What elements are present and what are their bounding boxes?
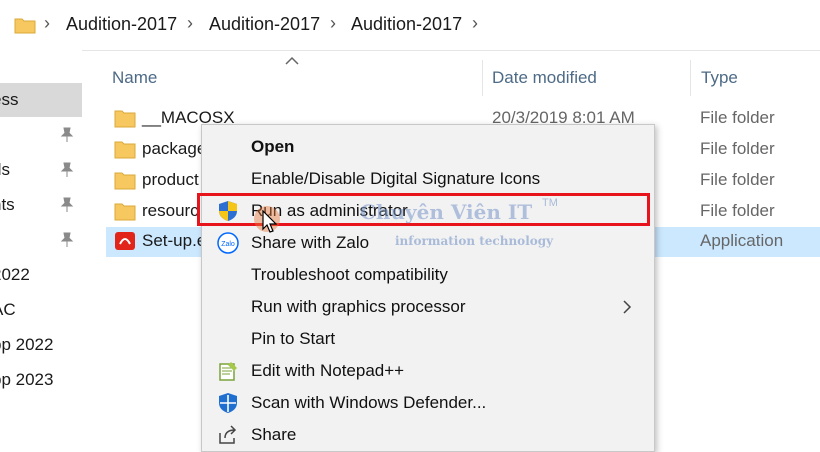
windows-defender-icon	[219, 393, 237, 413]
folder-icon	[114, 172, 136, 190]
menu-item-label: Scan with Windows Defender...	[251, 393, 487, 412]
share-icon	[219, 425, 237, 444]
nav-item-downloads[interactable]: ds	[0, 153, 82, 187]
menu-item-edit-with-notepad-plus-plus[interactable]: Edit with Notepad++	[202, 355, 654, 387]
file-type: File folder	[700, 108, 775, 127]
watermark-tm: TM	[542, 197, 558, 209]
file-name: resourc	[142, 201, 199, 220]
file-name: package	[142, 139, 207, 158]
breadcrumb-item[interactable]: Audition-2017	[209, 14, 320, 35]
nav-item[interactable]	[0, 223, 82, 257]
zalo-icon: Zalo	[217, 232, 239, 254]
column-divider[interactable]	[690, 60, 691, 96]
menu-item-run-with-graphics-processor[interactable]: Run with graphics processor	[202, 291, 654, 323]
nav-item-documents[interactable]: nts	[0, 188, 82, 222]
folder-icon	[14, 18, 36, 34]
notepad-plus-plus-icon	[219, 362, 237, 381]
menu-item-pin-to-start[interactable]: Pin to Start	[202, 323, 654, 355]
nav-item-label: 2022	[0, 265, 30, 284]
menu-item-label: Run with graphics processor	[251, 297, 466, 316]
column-divider[interactable]	[482, 60, 483, 96]
file-type: File folder	[700, 201, 775, 220]
file-type: File folder	[700, 139, 775, 158]
menu-item-label: Share	[251, 425, 297, 444]
watermark-logo: Chuyên Viên IT	[360, 200, 533, 224]
menu-item-share[interactable]: Share	[202, 419, 654, 451]
sort-ascending-icon	[285, 56, 299, 65]
nav-item[interactable]	[0, 118, 82, 152]
folder-icon	[114, 110, 136, 128]
menu-item-label: Edit with Notepad++	[251, 361, 405, 380]
menu-item-scan-with-windows-defender[interactable]: Scan with Windows Defender...	[202, 387, 654, 419]
nav-item-label: ds	[0, 160, 10, 179]
menu-item-label: Troubleshoot compatibility	[251, 265, 448, 284]
menu-item-digital-signature-icons[interactable]: Enable/Disable Digital Signature Icons	[202, 163, 654, 195]
nav-item[interactable]: pp 2022	[0, 328, 82, 362]
nav-item-label: ess	[0, 90, 19, 109]
nav-item-label: nts	[0, 195, 15, 214]
chevron-right-icon: ›	[44, 13, 50, 33]
file-type: Application	[700, 231, 784, 250]
column-header-name[interactable]: Name	[112, 68, 157, 88]
menu-item-open[interactable]: Open	[202, 131, 654, 163]
nav-item-quick-access[interactable]: ess	[0, 83, 82, 117]
menu-item-label: Enable/Disable Digital Signature Icons	[251, 169, 541, 188]
column-header-date-modified[interactable]: Date modified	[492, 68, 597, 88]
nav-item[interactable]: ẠC	[0, 293, 82, 327]
navigation-pane: ess ds nts 2022 ẠC pp 2022 pp 2023	[0, 50, 82, 450]
chevron-right-icon	[623, 300, 632, 314]
nav-item-label: ẠC	[0, 300, 16, 319]
folder-icon	[114, 141, 136, 159]
chevron-right-icon[interactable]: ›	[472, 13, 478, 34]
nav-item[interactable]: pp 2023	[0, 363, 82, 397]
menu-item-label: Pin to Start	[251, 329, 336, 348]
mouse-cursor-icon	[262, 210, 278, 233]
chevron-right-icon: ›	[187, 13, 193, 33]
file-type: File folder	[700, 170, 775, 189]
folder-icon	[114, 203, 136, 221]
watermark-subtitle: information technology	[395, 234, 554, 248]
nav-item-label: pp 2022	[0, 335, 54, 354]
pin-icon	[60, 232, 74, 247]
file-name: Set-up.e	[142, 231, 207, 250]
chevron-right-icon: ›	[330, 13, 336, 33]
menu-item-troubleshoot-compatibility[interactable]: Troubleshoot compatibility	[202, 259, 654, 291]
breadcrumb-item[interactable]: Audition-2017	[351, 14, 462, 35]
column-header-type[interactable]: Type	[701, 68, 738, 88]
adobe-setup-icon	[115, 232, 135, 250]
breadcrumb-item[interactable]: Audition-2017	[66, 14, 177, 35]
svg-text:Zalo: Zalo	[221, 241, 235, 248]
file-name: product	[142, 170, 199, 189]
pin-icon	[60, 127, 74, 142]
context-menu: Open Enable/Disable Digital Signature Ic…	[201, 124, 655, 452]
menu-item-label: Share with Zalo	[251, 233, 370, 252]
address-bar[interactable]: › Audition-2017 › Audition-2017 › Auditi…	[0, 0, 820, 51]
nav-item[interactable]: 2022	[0, 258, 82, 292]
pin-icon	[60, 197, 74, 212]
menu-item-label: Open	[251, 137, 295, 156]
pin-icon	[60, 162, 74, 177]
nav-item-label: pp 2023	[0, 370, 54, 389]
